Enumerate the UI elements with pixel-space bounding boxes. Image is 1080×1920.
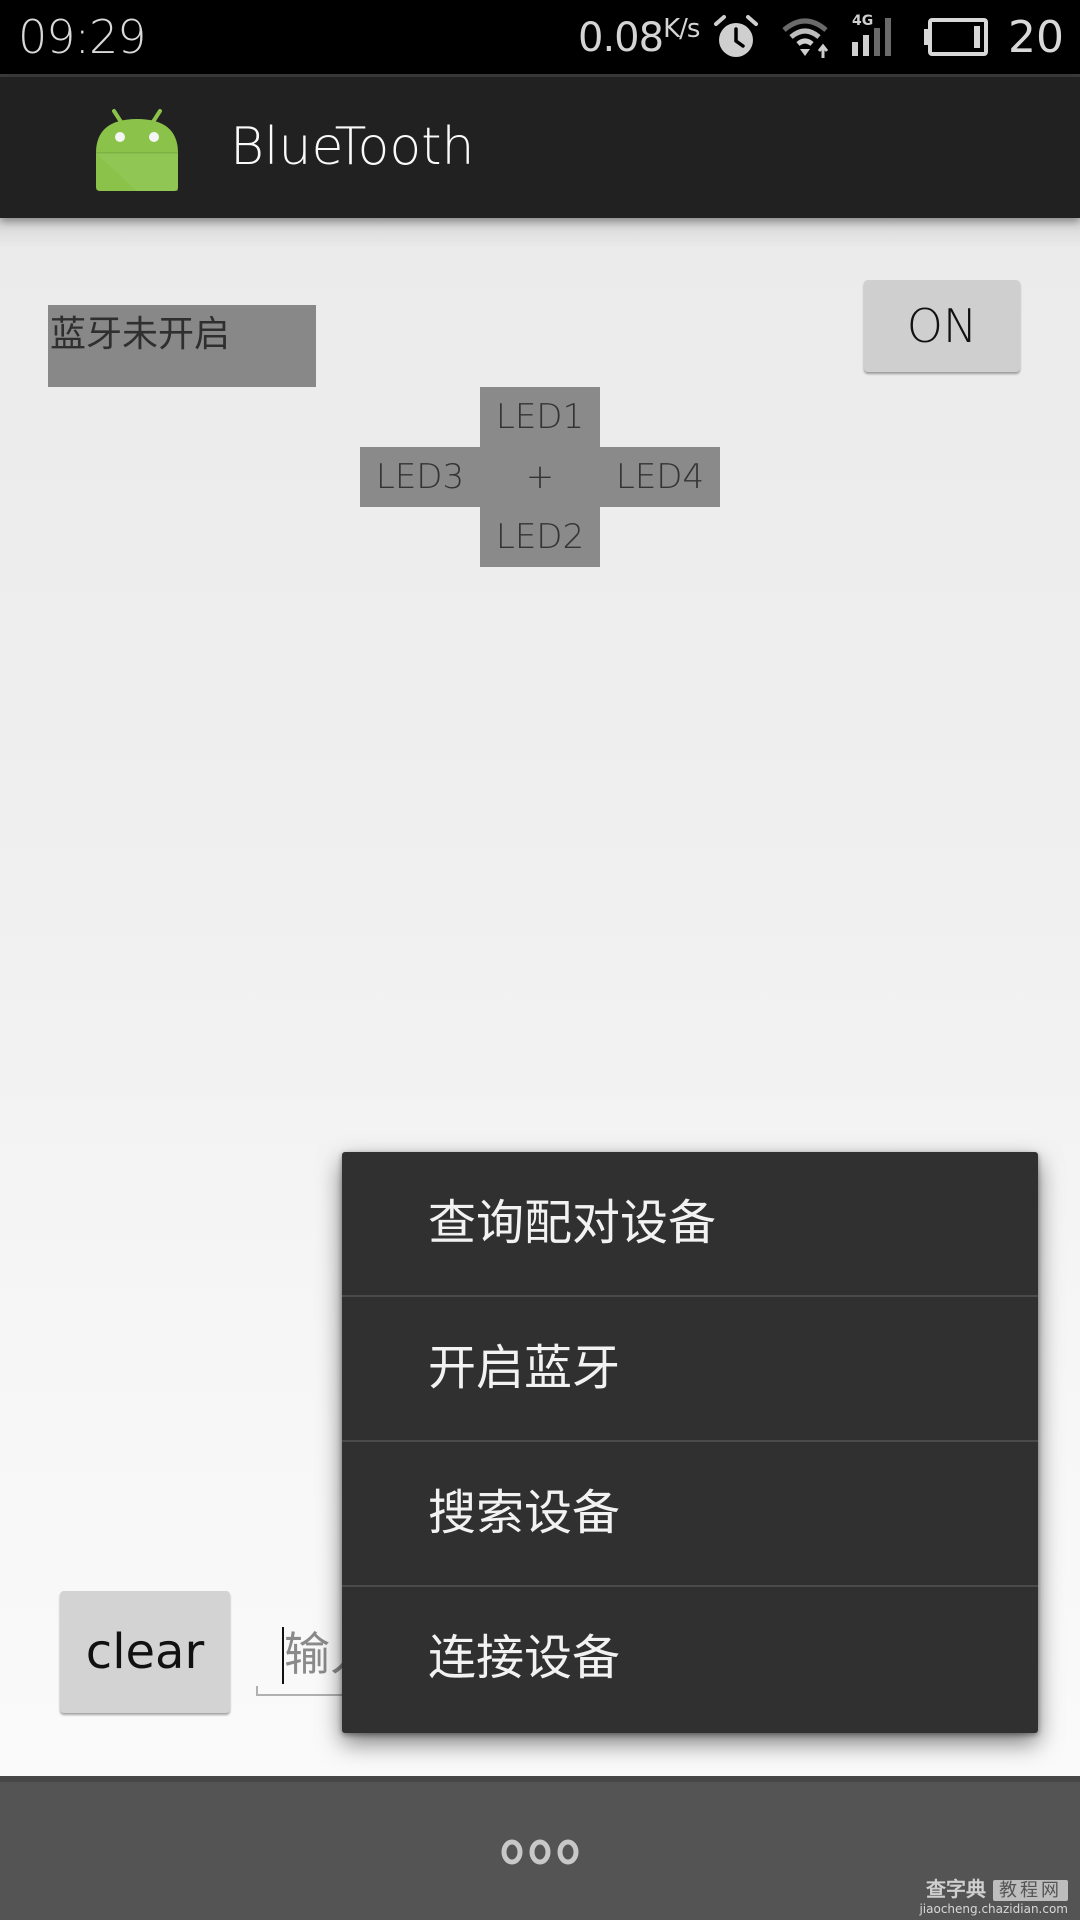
options-menu: 查询配对设备 开启蓝牙 搜索设备 连接设备 bbox=[342, 1152, 1038, 1733]
on-button[interactable]: ON bbox=[864, 280, 1020, 372]
network-speed: 0.08K/s bbox=[578, 14, 700, 61]
battery-icon bbox=[924, 18, 988, 56]
led-control-pad: LED1 LED3 + LED4 LED2 bbox=[360, 387, 720, 567]
watermark-brand: 查字典 bbox=[926, 1877, 987, 1901]
menu-item-connect-device[interactable]: 连接设备 bbox=[342, 1587, 1038, 1733]
text-cursor bbox=[282, 1627, 284, 1684]
led3-button[interactable]: LED3 bbox=[360, 447, 480, 507]
action-bar: BlueTooth bbox=[0, 77, 1080, 218]
watermark: 查字典 教程网 jiaocheng.chazidian.com bbox=[919, 1873, 1068, 1916]
menu-item-query-paired-devices[interactable]: 查询配对设备 bbox=[342, 1152, 1038, 1297]
signal-4g-icon: 4G bbox=[852, 13, 891, 56]
watermark-badge: 教程网 bbox=[993, 1880, 1068, 1901]
app-title: BlueTooth bbox=[230, 117, 475, 177]
led-center-button[interactable]: + bbox=[480, 447, 600, 507]
network-speed-unit: K/s bbox=[663, 14, 700, 44]
signal-label: 4G bbox=[852, 13, 873, 29]
status-time: 09:29 bbox=[18, 10, 147, 64]
bluetooth-status-label: 蓝牙未开启 bbox=[48, 305, 316, 387]
android-icon bbox=[96, 109, 178, 191]
wifi-icon bbox=[782, 18, 829, 58]
status-bar: 09:29 0.08K/s 4G 20 bbox=[0, 0, 1080, 77]
led1-button[interactable]: LED1 bbox=[480, 387, 600, 447]
led4-button[interactable]: LED4 bbox=[600, 447, 720, 507]
led2-button[interactable]: LED2 bbox=[480, 507, 600, 567]
menu-item-enable-bluetooth[interactable]: 开启蓝牙 bbox=[342, 1297, 1038, 1442]
clear-button[interactable]: clear bbox=[60, 1591, 230, 1713]
navigation-bar: 查字典 教程网 jiaocheng.chazidian.com bbox=[0, 1776, 1080, 1920]
watermark-url: jiaocheng.chazidian.com bbox=[919, 1902, 1068, 1916]
menu-item-search-devices[interactable]: 搜索设备 bbox=[342, 1442, 1038, 1587]
battery-level: 20 bbox=[1008, 12, 1064, 63]
menu-dots-icon[interactable] bbox=[500, 1838, 580, 1866]
network-speed-value: 0.08 bbox=[578, 15, 664, 61]
alarm-icon bbox=[714, 15, 758, 57]
